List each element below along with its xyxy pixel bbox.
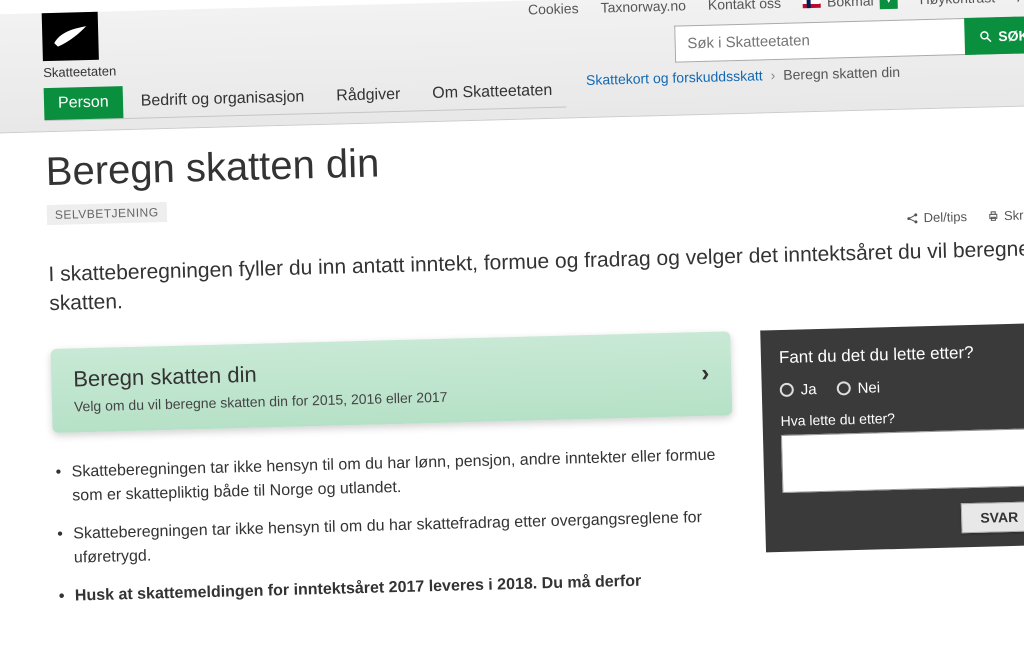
radio-icon [836, 381, 850, 395]
language-label: Bokmål [827, 0, 874, 9]
feedback-question: Fant du det du lette etter? [779, 341, 1024, 368]
logo[interactable]: Skatteetaten [42, 9, 214, 80]
cta-calculate-tax[interactable]: Beregn skatten din Velg om du vil beregn… [50, 331, 732, 433]
language-selector[interactable]: Bokmål ▾ [803, 0, 898, 11]
primary-nav: Person Bedrift og organisasjon Rådgiver … [44, 74, 567, 121]
radio-icon [780, 383, 794, 397]
chevron-right-icon: › [770, 67, 775, 83]
cta-title: Beregn skatten din [73, 357, 447, 393]
chevron-down-icon: ▾ [879, 0, 897, 9]
flag-icon [803, 0, 821, 8]
link-taxnorway[interactable]: Taxnorway.no [600, 0, 686, 15]
page-tag: SELVBETJENING [47, 202, 167, 225]
link-contact[interactable]: Kontakt oss [708, 0, 782, 12]
list-item: Skatteberegningen tar ikke hensyn til om… [55, 505, 736, 571]
link-cookies[interactable]: Cookies [528, 0, 579, 17]
utility-links: Cookies Taxnorway.no Kontakt oss Bokmål … [528, 0, 1024, 19]
share-link[interactable]: Del/tips [906, 209, 967, 226]
feedback-prompt: Hva lette du etter? [780, 406, 1024, 429]
logo-mark-icon [42, 12, 99, 61]
feedback-textarea[interactable] [781, 428, 1024, 493]
intro-text: I skatteberegningen fyller du inn antatt… [48, 234, 1024, 319]
nav-tab-radgiver[interactable]: Rådgiver [322, 78, 415, 112]
search-input[interactable] [674, 18, 965, 63]
feedback-box: Fant du det du lette etter? Ja Nei Hva l… [760, 323, 1024, 553]
toggle-contrast[interactable]: Høykontrast [919, 0, 995, 7]
feedback-radio-no[interactable]: Nei [836, 379, 880, 397]
search-icon [978, 29, 992, 43]
search-button[interactable]: SØK [964, 16, 1024, 55]
feedback-submit-button[interactable]: SVAR [961, 501, 1024, 533]
page-title: Beregn skatten din [45, 124, 1024, 195]
nav-tab-bedrift[interactable]: Bedrift og organisasjon [126, 81, 318, 118]
font-size-control[interactable]: A A [1017, 0, 1024, 7]
cta-subtitle: Velg om du vil beregne skatten din for 2… [74, 388, 448, 414]
chevron-right-icon: › [701, 360, 710, 388]
print-icon [987, 210, 999, 222]
info-list: Skatteberegningen tar ikke hensyn til om… [53, 443, 737, 609]
list-item: Skatteberegningen tar ikke hensyn til om… [53, 443, 734, 509]
nav-tab-person[interactable]: Person [44, 86, 124, 120]
feedback-radio-yes[interactable]: Ja [780, 381, 817, 399]
share-icon [906, 212, 918, 224]
nav-tab-om[interactable]: Om Skatteetaten [418, 74, 567, 110]
print-link[interactable]: Skriv ut [987, 207, 1024, 224]
breadcrumb-parent[interactable]: Skattekort og forskuddsskatt [586, 67, 763, 88]
breadcrumb-current: Beregn skatten din [783, 64, 900, 83]
list-item: Husk at skattemeldingen for inntektsåret… [57, 567, 737, 609]
